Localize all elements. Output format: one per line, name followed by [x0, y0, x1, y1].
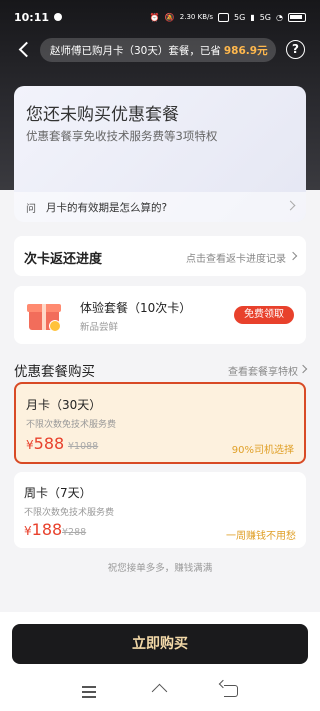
plan-price: ¥588	[26, 434, 64, 453]
purchase-notice: 赵师傅已购月卡（30天）套餐，已省 986.9元	[40, 38, 276, 62]
claim-free-button[interactable]: 免费领取	[234, 306, 294, 324]
trial-package-name: 体验套餐（10次卡）	[80, 301, 192, 315]
trial-package-card: 体验套餐（10次卡） 新品尝鲜 免费领取	[14, 286, 306, 344]
back-button[interactable]	[16, 40, 36, 60]
signal-icon: ▮	[250, 12, 255, 22]
trial-package-sub: 新品尝鲜	[80, 322, 119, 333]
plan-desc: 不限次数免技术服务费	[24, 508, 115, 518]
status-time: 10:11	[14, 10, 50, 24]
status-bar: 10:11 ⏰ 🔕 2.30 KB/s 5G ▮ 5G ◔	[0, 0, 320, 34]
plan-old-price: ¥288	[62, 527, 87, 538]
system-nav-bar	[0, 680, 320, 706]
faq-text: 月卡的有效期是怎么算的?	[46, 201, 168, 214]
plan-currency: ¥	[24, 524, 32, 538]
network-type-a: 5G	[234, 12, 246, 22]
refund-progress-card[interactable]: 次卡返还进度 点击查看返卡进度记录	[14, 236, 306, 276]
faq-row[interactable]: 问 月卡的有效期是怎么算的?	[14, 192, 306, 222]
network-speed: 2.30 KB/s	[179, 12, 214, 21]
promo-subtitle: 优惠套餐享免收技术服务费等3项特权	[26, 129, 218, 143]
notice-text: 赵师傅已购月卡（30天）套餐，已省	[50, 44, 221, 57]
promo-card: 您还未购买优惠套餐 优惠套餐享免收技术服务费等3项特权 问 月卡的有效期是怎么算…	[14, 86, 306, 222]
back-icon[interactable]	[224, 685, 238, 697]
footer-note: 祝您接单多多，赚钱满满	[107, 563, 213, 574]
notice-amount: 986.9元	[223, 44, 268, 57]
chevron-right-icon	[298, 364, 308, 374]
bottom-bar: 立即购买	[0, 612, 320, 711]
plan-card-weekly[interactable]: 周卡（7天） 不限次数免技术服务费 ¥188 ¥288 一周赚钱不用愁	[14, 472, 306, 548]
top-bar: 赵师傅已购月卡（30天）套餐，已省 986.9元 ?	[0, 38, 320, 62]
plan-old-price: ¥1088	[68, 441, 99, 452]
plan-tag: 一周赚钱不用愁	[226, 531, 296, 542]
plan-price: ¥188	[24, 520, 62, 539]
wifi-icon: ◔	[276, 12, 283, 22]
refund-progress-link[interactable]: 点击查看返卡进度记录	[186, 250, 286, 265]
network-type-b: 5G	[259, 12, 272, 22]
plan-name: 周卡（7天）	[24, 486, 92, 500]
plan-price-value: 188	[31, 520, 63, 539]
battery-icon	[288, 12, 306, 22]
refund-progress-title: 次卡返还进度	[24, 252, 103, 267]
plan-tag: 90%司机选择	[231, 445, 294, 456]
plan-desc: 不限次数免技术服务费	[26, 420, 117, 430]
faq-tag: 问	[26, 203, 36, 215]
plan-currency: ¥	[26, 438, 34, 452]
promo-title: 您还未购买优惠套餐	[26, 105, 179, 125]
chevron-right-icon	[288, 251, 298, 261]
buy-now-button[interactable]: 立即购买	[12, 624, 308, 664]
status-icons: ⏰ 🔕 2.30 KB/s 5G ▮ 5G ◔	[149, 12, 306, 22]
gift-icon	[27, 296, 61, 332]
view-privileges-link[interactable]: 查看套餐享特权	[228, 363, 298, 378]
mute-icon: 🔕	[164, 12, 175, 22]
plan-name: 月卡（30天）	[26, 398, 102, 412]
alarm-icon: ⏰	[149, 12, 160, 22]
menu-icon[interactable]	[82, 686, 96, 698]
plan-price-value: 588	[33, 434, 65, 453]
chevron-right-icon	[285, 200, 296, 211]
plan-card-monthly[interactable]: 月卡（30天） 不限次数免技术服务费 ¥588 ¥1088 90%司机选择	[14, 382, 306, 464]
hd-icon	[218, 12, 230, 22]
plans-section-title: 优惠套餐购买	[14, 364, 95, 380]
message-icon	[54, 13, 63, 21]
help-button[interactable]: ?	[286, 40, 305, 59]
home-icon[interactable]	[151, 684, 169, 698]
